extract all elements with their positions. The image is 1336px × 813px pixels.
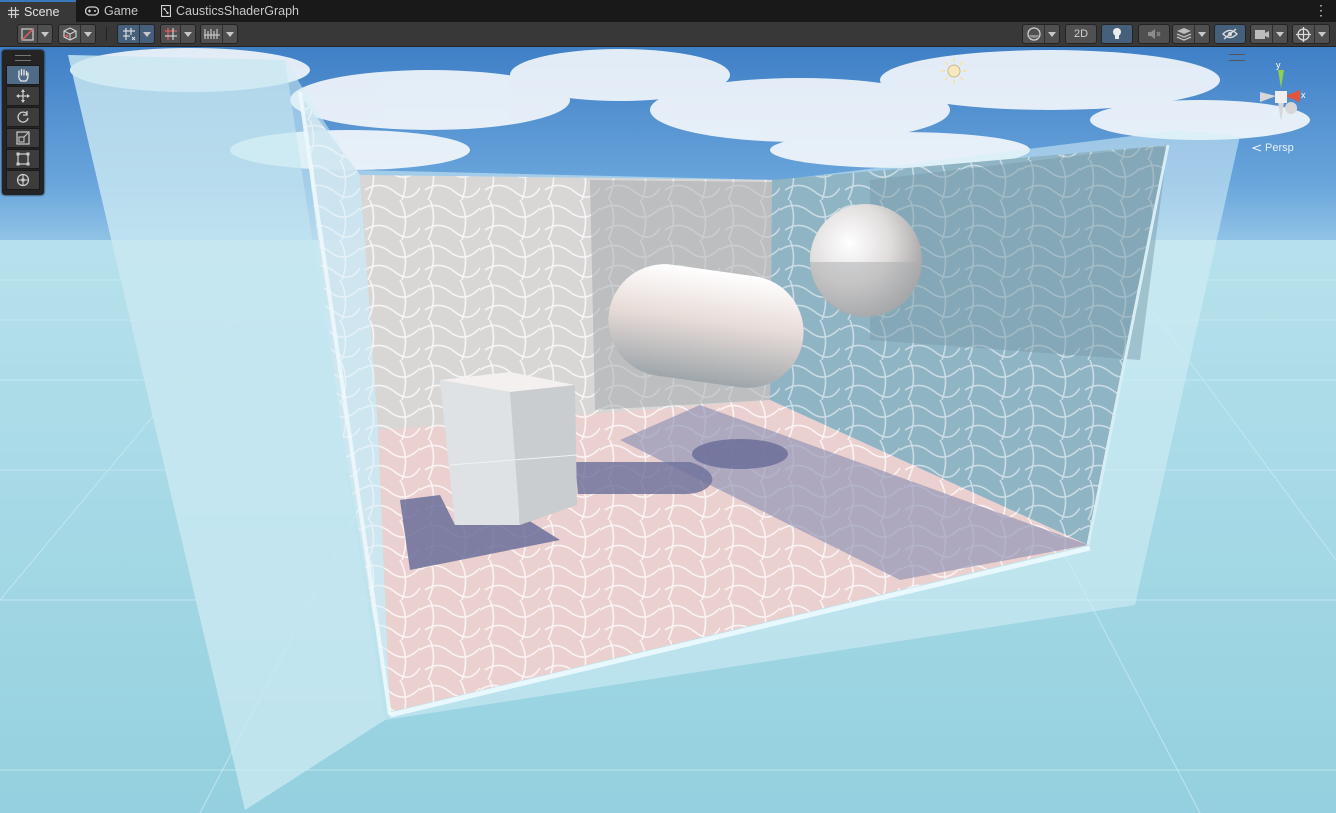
grid-icon (8, 6, 19, 18)
eye-hidden-icon (1222, 25, 1238, 43)
snap-settings-dropdown[interactable] (200, 24, 238, 44)
sun-icon[interactable] (940, 57, 968, 85)
gamepad-icon (85, 6, 99, 16)
tab-label: CausticsShaderGraph (176, 4, 299, 18)
chevron-down-icon (1044, 25, 1059, 43)
tab-bar: Scene Game CausticsShaderGraph ⋮ (0, 0, 1336, 23)
tools-palette (2, 50, 44, 195)
move-arrows-icon (16, 89, 30, 103)
tab-label: Scene (24, 5, 60, 19)
scale-tool[interactable] (6, 128, 40, 148)
gizmo-neg-y-cone[interactable] (1278, 102, 1284, 122)
chevron-down-icon (37, 25, 52, 43)
gizmos-dropdown[interactable] (1292, 24, 1330, 44)
scene-viewport[interactable] (0, 47, 1336, 813)
shaded-draw-mode-icon (18, 25, 37, 43)
camera-settings-dropdown[interactable] (1250, 24, 1288, 44)
tab-game[interactable]: Game (77, 0, 151, 22)
increment-snap-icon (161, 25, 180, 43)
chevron-down-icon (180, 25, 195, 43)
tab-label: Game (104, 4, 139, 18)
transform-tool[interactable] (6, 170, 40, 190)
grid-snapping-dropdown[interactable] (117, 24, 155, 44)
scene-toolbar: 2D (0, 22, 1336, 47)
snap-ruler-icon (201, 25, 222, 43)
projection-label: Persp (1265, 142, 1294, 154)
gizmo-x-label: x (1301, 90, 1306, 100)
gizmo-x-cone[interactable] (1285, 90, 1300, 102)
transform-icon (16, 173, 30, 187)
unity-scene-window: Scene Game CausticsShaderGraph ⋮ 2D y x … (0, 0, 1336, 813)
grid-snapping-icon (118, 25, 139, 43)
tab-scene[interactable]: Scene (0, 0, 76, 22)
render-cube-icon (59, 25, 80, 43)
chevron-down-icon (222, 25, 237, 43)
gizmo-neg-x-cone[interactable] (1260, 92, 1276, 102)
effects-dropdown[interactable] (1172, 24, 1210, 44)
hand-icon (18, 68, 29, 82)
scene-visibility-toggle[interactable] (1214, 24, 1246, 44)
scale-icon (16, 131, 30, 145)
camera-icon (1251, 25, 1272, 43)
increment-snap-dropdown[interactable] (160, 24, 196, 44)
rotate-icon (17, 111, 29, 123)
gizmo-z-cone[interactable] (1285, 102, 1297, 114)
render-mode-dropdown[interactable] (58, 24, 96, 44)
chevron-down-icon (80, 25, 95, 43)
scene-render (0, 47, 1336, 813)
gizmo-globe-icon (1293, 25, 1314, 43)
hand-tool[interactable] (6, 65, 40, 85)
tab-caustics-shader-graph[interactable]: CausticsShaderGraph (153, 0, 313, 22)
effects-layers-icon (1173, 25, 1194, 43)
shading-dropdown[interactable] (1022, 24, 1060, 44)
chevron-down-icon (1272, 25, 1287, 43)
projection-toggle[interactable]: Persp (1252, 142, 1294, 154)
audio-toggle[interactable] (1138, 24, 1170, 44)
move-tool[interactable] (6, 86, 40, 106)
rect-transform-icon (16, 152, 30, 166)
rect-tool[interactable] (6, 149, 40, 169)
audio-mute-icon (1147, 25, 1161, 43)
draw-mode-dropdown[interactable] (17, 24, 53, 44)
2d-toggle[interactable]: 2D (1065, 24, 1097, 44)
shading-sphere-icon (1023, 25, 1044, 43)
toolbar-divider (106, 27, 107, 41)
gizmo-center-cube[interactable] (1275, 91, 1287, 103)
chevron-down-icon (1314, 25, 1329, 43)
shader-graph-icon (161, 5, 171, 17)
perspective-icon (1252, 144, 1262, 152)
orientation-gizmo[interactable]: y x (1240, 56, 1320, 136)
kebab-menu-icon[interactable]: ⋮ (1314, 3, 1328, 19)
chevron-down-icon (1194, 25, 1209, 43)
gizmo-y-label: y (1276, 60, 1281, 70)
light-bulb-icon (1112, 25, 1122, 43)
2d-label: 2D (1073, 28, 1089, 40)
gizmo-y-cone[interactable] (1278, 70, 1284, 88)
chevron-down-icon (139, 25, 154, 43)
lighting-toggle[interactable] (1101, 24, 1133, 44)
drag-handle[interactable] (15, 55, 31, 61)
rotate-tool[interactable] (6, 107, 40, 127)
